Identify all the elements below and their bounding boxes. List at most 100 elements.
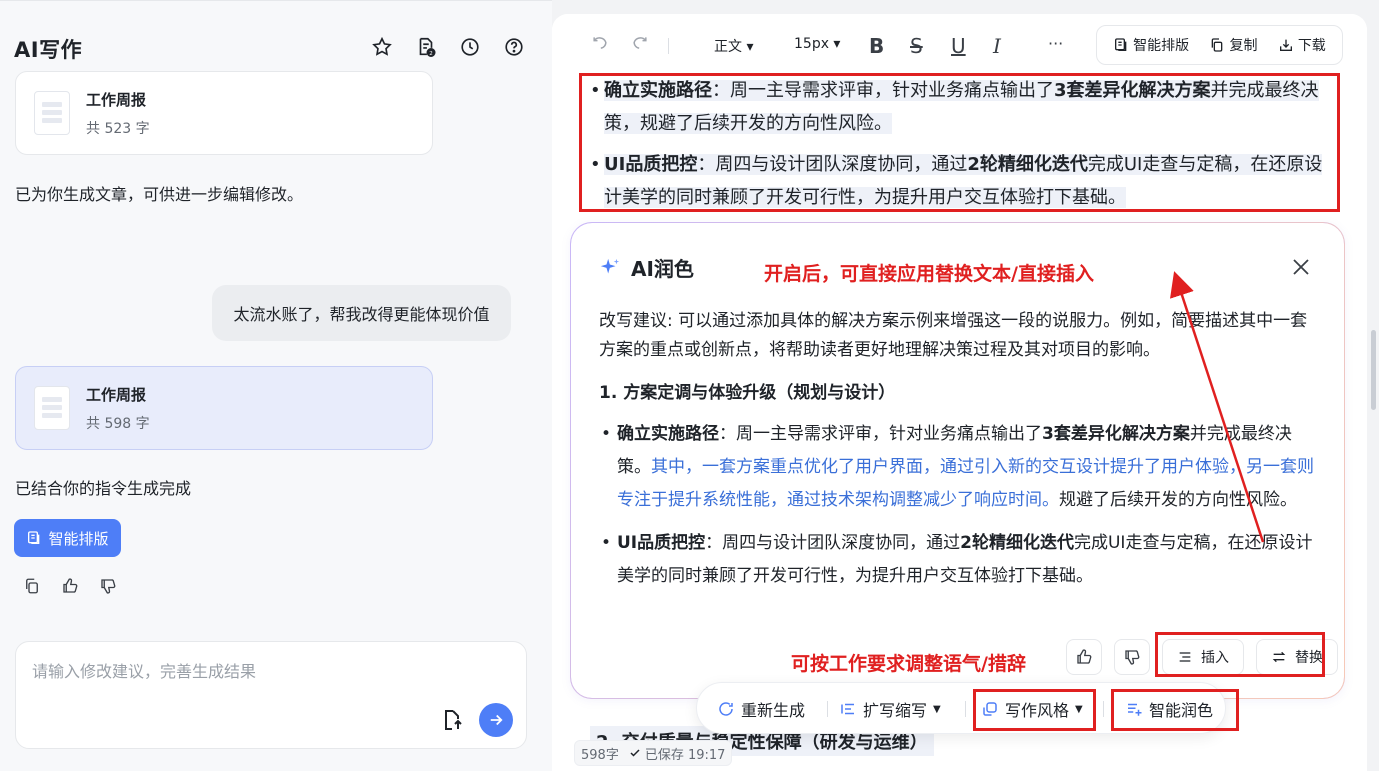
expand-shrink-label: 扩写缩写: [863, 701, 928, 720]
close-icon[interactable]: [1289, 255, 1313, 279]
check-icon: [630, 749, 640, 757]
italic-button[interactable]: I: [993, 34, 1001, 58]
download-label: 下载: [1297, 38, 1326, 54]
doc-bullet-2: UI品质把控：周四与设计团队深度协同，通过2轮精细化迭代完成UI走查与定稿，在还…: [580, 148, 1340, 214]
regenerate-button[interactable]: 重新生成: [717, 697, 805, 721]
ai-polish-card: AI润色 改写建议: 可以通过添加具体的解决方案示例来增强这一段的说服力。例如，…: [570, 222, 1345, 699]
send-button[interactable]: [479, 703, 513, 737]
annotation-top: 开启后，可直接应用替换文本/直接插入: [764, 263, 1094, 285]
ai-bullet-bold: 3套差异化解决方案: [1042, 424, 1190, 444]
chevron-down-icon: ▼: [1075, 703, 1083, 715]
bar-divider: [1103, 701, 1104, 717]
word-count: 598字: [581, 747, 619, 763]
toolbar-actions: 智能排版 复制 下载: [1096, 25, 1343, 65]
smart-layout-label: 智能排版: [48, 529, 109, 548]
upload-file-icon[interactable]: [438, 706, 466, 734]
font-size-select[interactable]: 15px ▾: [794, 36, 840, 52]
ai-section-heading: 1. 方案定调与体验升级（规划与设计）: [599, 383, 896, 403]
smart-polish-label: 智能润色: [1149, 701, 1214, 720]
ai-bullet-text: ：周一主导需求评审，针对业务痛点输出了: [719, 424, 1042, 444]
doc-card-2[interactable]: 工作周报 共 598 字: [15, 366, 433, 450]
user-message: 太流水账了，帮我改得更能体现价值: [212, 285, 511, 341]
doc-card-count: 共 523 字: [86, 120, 150, 137]
download-icon: [1279, 39, 1292, 51]
regenerate-label: 重新生成: [741, 701, 806, 720]
replace-button[interactable]: 替换: [1256, 639, 1338, 675]
bold-button[interactable]: B: [869, 34, 884, 58]
assistant-message: 已为你生成文章，可供进一步编辑修改。: [15, 185, 304, 204]
feedback-bar: [20, 574, 120, 598]
smart-layout-button[interactable]: 智能排版: [14, 519, 121, 557]
history-icon[interactable]: [458, 35, 482, 59]
doc-bullet-1: 确立实施路径：周一主导需求评审，针对业务痛点输出了3套差异化解决方案并完成最终决…: [580, 74, 1340, 140]
strikethrough-button[interactable]: S: [910, 34, 923, 58]
paragraph-style-select[interactable]: 正文 ▾: [714, 36, 753, 56]
prompt-input[interactable]: [32, 658, 502, 698]
document-body[interactable]: 确立实施路径：周一主导需求评审，针对业务痛点输出了3套差异化解决方案并完成最终决…: [580, 74, 1340, 222]
ai-card-body: 改写建议: 可以通过添加具体的解决方案示例来增强这一段的说服力。例如，简要描述其…: [599, 307, 1319, 603]
prompt-input-box: [15, 641, 527, 749]
status-bar: 598字 已保存 19:17: [574, 740, 733, 766]
copy-icon[interactable]: [20, 574, 44, 598]
ai-bullet-text: 规避了后续开发的方向性风险。: [1059, 490, 1297, 510]
insert-icon: [1179, 652, 1191, 662]
download-button[interactable]: 下载: [1278, 35, 1326, 55]
bar-divider: [827, 701, 828, 717]
app-root: AI写作 2 工作周报 共 523 字 已为你生成文章，可供进一步编辑修改。 太…: [0, 0, 1379, 771]
insert-button[interactable]: 插入: [1162, 639, 1244, 675]
doc-card-title: 工作周报: [86, 385, 147, 404]
svg-text:2: 2: [429, 51, 433, 57]
doc-bullet-label: UI品质把控: [604, 154, 698, 175]
chat-panel: AI写作 2 工作周报 共 523 字 已为你生成文章，可供进一步编辑修改。 太…: [0, 0, 552, 771]
replace-label: 替换: [1295, 650, 1323, 666]
expand-shrink-button[interactable]: 扩写缩写 ▼: [839, 697, 941, 721]
style-icon: [983, 702, 997, 716]
underline-button[interactable]: U: [951, 34, 966, 58]
ai-bullet-bold: 2轮精细化迭代: [960, 533, 1074, 553]
star-icon[interactable]: [370, 35, 394, 59]
doc-card-1[interactable]: 工作周报 共 523 字: [15, 71, 433, 155]
ai-bullet-2: UI品质把控：周四与设计团队深度协同，通过2轮精细化迭代完成UI走查与定稿，在还…: [599, 527, 1319, 593]
swap-icon: [1272, 651, 1286, 663]
more-button[interactable]: ···: [1048, 34, 1063, 53]
redo-icon[interactable]: [630, 34, 650, 54]
smart-layout-toolbar-label: 智能排版: [1133, 38, 1190, 54]
ai-suggestion: 改写建议: 可以通过添加具体的解决方案示例来增强这一段的说服力。例如，简要描述其…: [599, 311, 1308, 360]
doc-card-count: 共 598 字: [86, 415, 150, 432]
thumbs-down-icon[interactable]: [1114, 639, 1150, 675]
ai-bullet-label: UI品质把控: [617, 533, 706, 553]
editor-toolbar: 正文 ▾ 15px ▾ B S U I ··· 智能排版 复制 下载: [552, 14, 1367, 78]
ai-card-header: AI润色: [599, 253, 694, 282]
refresh-icon: [719, 702, 733, 716]
expand-text-icon: [841, 703, 854, 715]
doc-badge-icon[interactable]: 2: [414, 35, 438, 59]
thumbs-up-icon[interactable]: [58, 574, 82, 598]
thumbs-down-icon[interactable]: [96, 574, 120, 598]
doc-thumbnail-icon: [34, 91, 70, 135]
insert-label: 插入: [1201, 650, 1229, 666]
doc-card-title: 工作周报: [86, 90, 147, 109]
ai-bullet-1: 确立实施路径：周一主导需求评审，针对业务痛点输出了3套差异化解决方案并完成最终决…: [599, 418, 1319, 517]
copy-label: 复制: [1229, 38, 1258, 54]
help-icon[interactable]: [502, 35, 526, 59]
thumbs-up-icon[interactable]: [1066, 639, 1102, 675]
header-icons: 2: [370, 35, 526, 59]
smart-polish-button[interactable]: 智能润色: [1125, 697, 1213, 721]
undo-icon[interactable]: [590, 34, 610, 54]
doc-thumbnail-icon: [34, 386, 70, 430]
chevron-down-icon: ▼: [933, 703, 941, 715]
smart-layout-toolbar-button[interactable]: 智能排版: [1113, 35, 1189, 55]
toolbar-divider: [668, 38, 669, 54]
doc-bullet-text: ：周一主导需求评审，针对业务痛点输出了: [712, 80, 1054, 101]
copy-button[interactable]: 复制: [1209, 35, 1257, 55]
scrollbar-thumb[interactable]: [1371, 330, 1376, 410]
layout-icon: [28, 531, 40, 544]
ai-bullet-text: ：周四与设计团队深度协同，通过: [705, 533, 961, 553]
writing-style-button[interactable]: 写作风格 ▼: [981, 697, 1083, 721]
doc-bullet-label: 确立实施路径: [604, 80, 712, 101]
ai-bullet-label: 确立实施路径: [617, 424, 719, 444]
arrow-right-icon: [490, 714, 503, 726]
ai-action-bar: 重新生成 扩写缩写 ▼ 写作风格 ▼ 智能润色: [696, 682, 1226, 734]
writing-style-label: 写作风格: [1005, 701, 1070, 720]
ai-card-actions: 插入 替换: [1066, 639, 1338, 675]
